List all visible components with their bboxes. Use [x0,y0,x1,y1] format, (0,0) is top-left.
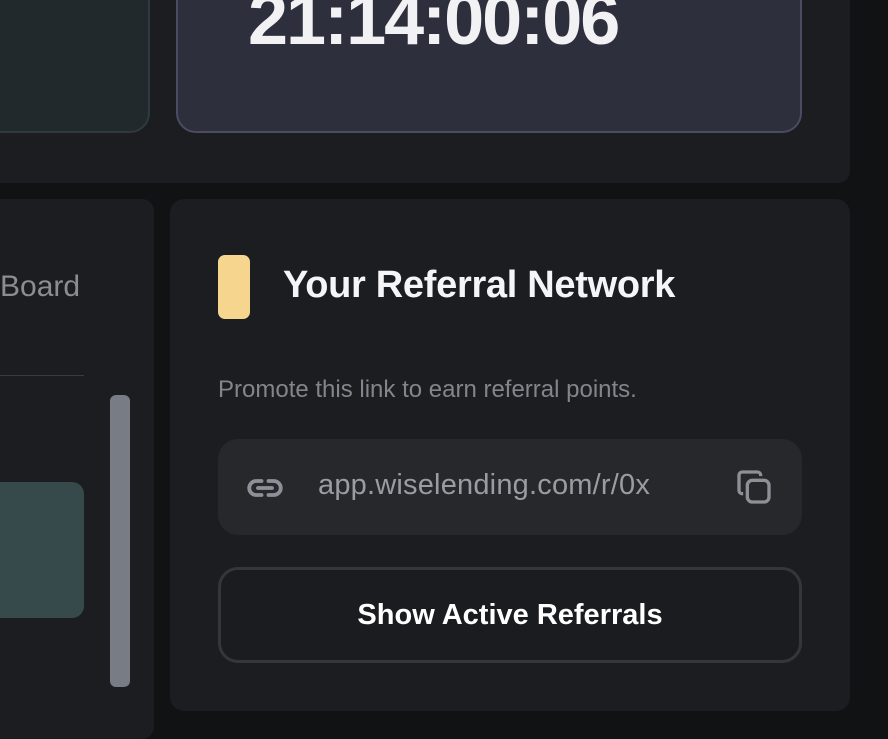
link-icon [247,479,283,497]
countdown-card: 21:14:00:06 [176,0,802,133]
referral-description: Promote this link to earn referral point… [218,376,637,403]
show-active-referrals-button[interactable]: Show Active Referrals [218,567,802,663]
leaderboard-divider [0,375,84,376]
referral-section-title: Your Referral Network [283,264,676,306]
referral-link-field[interactable]: app.wiselending.com/r/0x [218,439,802,535]
copy-icon[interactable] [734,467,774,507]
referral-link-text[interactable]: app.wiselending.com/r/0x [318,469,650,502]
leaderboard-card[interactable] [0,482,84,618]
section-accent-marker [218,255,250,319]
countdown-timer: 21:14:00:06 [248,0,620,60]
leaderboard-title: Board [0,270,81,303]
stats-tile [0,0,150,133]
leaderboard-scrollbar[interactable] [110,395,130,687]
